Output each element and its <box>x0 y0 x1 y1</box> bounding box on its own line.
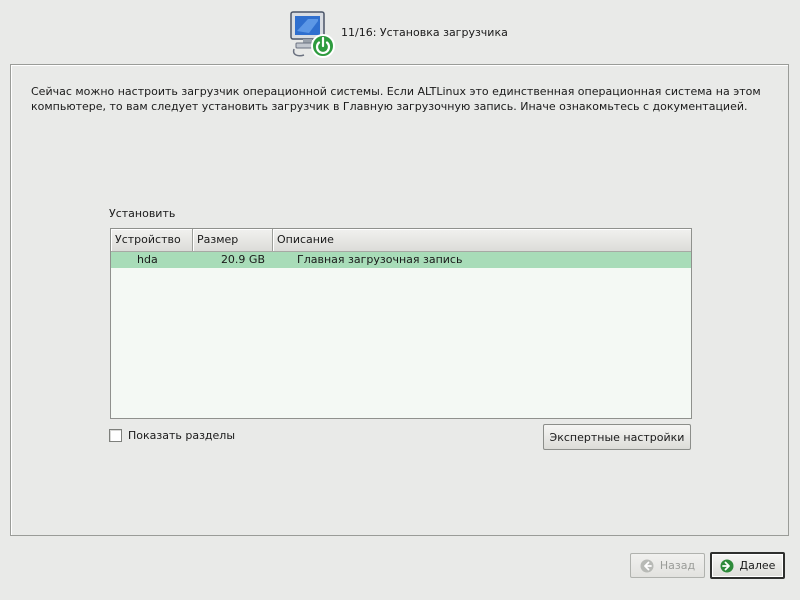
column-header-size[interactable]: Размер <box>193 229 273 251</box>
content-panel: Сейчас можно настроить загрузчик операци… <box>10 64 789 536</box>
show-partitions-label: Показать разделы <box>128 429 236 442</box>
back-button-label: Назад <box>659 559 696 572</box>
next-button-label: Далее <box>739 559 776 572</box>
checkbox-box[interactable] <box>109 429 122 442</box>
expert-settings-button[interactable]: Экспертные настройки <box>543 424 691 450</box>
cell-device: hda <box>137 253 158 266</box>
cell-description: Главная загрузочная запись <box>297 253 463 266</box>
device-table[interactable]: Устройство Размер Описание hda 20.9 GB Г… <box>110 228 692 419</box>
step-title: 11/16: Установка загрузчика <box>341 26 508 39</box>
cell-size: 20.9 GB <box>220 253 265 266</box>
next-button[interactable]: Далее <box>710 552 785 579</box>
show-partitions-checkbox[interactable]: Показать разделы <box>109 429 235 442</box>
column-header-description[interactable]: Описание <box>273 229 691 251</box>
back-arrow-icon <box>640 559 654 572</box>
header: 11/16: Установка загрузчика <box>0 0 800 62</box>
install-label: Установить <box>109 207 176 220</box>
next-arrow-icon <box>720 559 734 572</box>
intro-text: Сейчас можно настроить загрузчик операци… <box>31 85 761 113</box>
back-button[interactable]: Назад <box>630 553 705 578</box>
table-row[interactable]: hda 20.9 GB Главная загрузочная запись <box>111 252 691 268</box>
table-header: Устройство Размер Описание <box>111 229 691 252</box>
computer-power-icon <box>290 11 335 58</box>
column-header-device[interactable]: Устройство <box>111 229 193 251</box>
